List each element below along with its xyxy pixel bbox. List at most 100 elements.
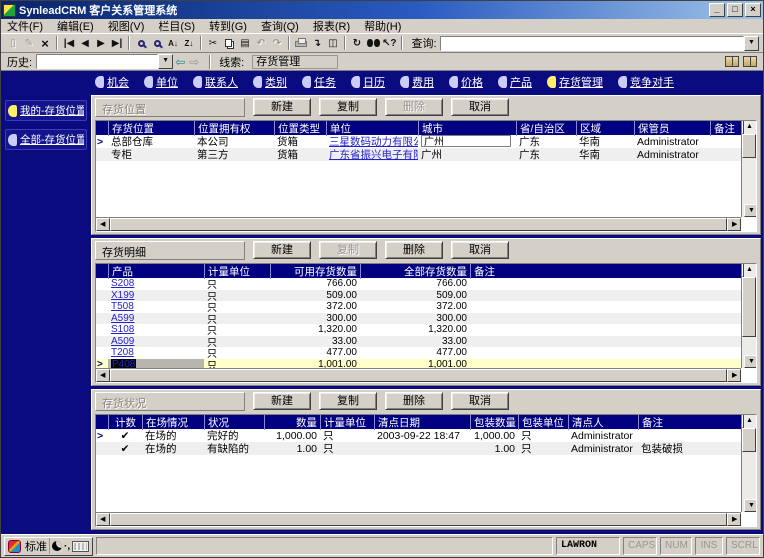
product-link[interactable]: X199 xyxy=(111,290,134,301)
sidebar-item-all-locations[interactable]: 全部-存货位置 xyxy=(5,129,87,150)
delete-button[interactable]: 删除 xyxy=(385,98,443,116)
contacts-book-icon[interactable] xyxy=(725,56,739,67)
scroll-right-icon[interactable] xyxy=(727,369,741,382)
scroll-down-icon[interactable] xyxy=(744,499,756,512)
menu-report[interactable]: 报表(R) xyxy=(313,18,350,34)
sort-ascending-icon[interactable]: A↓ xyxy=(165,35,181,51)
scroll-left-icon[interactable] xyxy=(96,218,110,231)
copy-button[interactable]: 复制 xyxy=(319,241,377,259)
product-link[interactable]: T508 xyxy=(111,301,134,312)
tab-product[interactable]: 产品 xyxy=(498,74,532,90)
product-link[interactable]: P408 xyxy=(111,358,137,368)
scroll-thumb[interactable] xyxy=(742,428,756,452)
find-icon[interactable] xyxy=(365,35,381,51)
tab-company[interactable]: 单位 xyxy=(144,74,178,90)
tab-category[interactable]: 类别 xyxy=(253,74,287,90)
scroll-thumb[interactable] xyxy=(110,369,727,382)
table-row[interactable]: S208 只 766.00 766.00 xyxy=(96,278,741,291)
scroll-down-icon[interactable] xyxy=(744,204,756,217)
undo-icon[interactable]: ↶ xyxy=(253,35,269,51)
query-dropdown-icon[interactable] xyxy=(744,35,759,51)
cancel-button[interactable]: 取消 xyxy=(451,241,509,259)
copy-button[interactable]: 复制 xyxy=(319,392,377,410)
tab-price[interactable]: 价格 xyxy=(449,74,483,90)
menu-goto[interactable]: 转到(G) xyxy=(209,18,247,34)
table-row[interactable]: A599 只 300.00 300.00 xyxy=(96,312,741,326)
table-row[interactable]: ✔ 在场的 有缺陷的 1.00 只 1.00 只 Administrator 包… xyxy=(96,442,741,455)
table-row[interactable]: T208 只 477.00 477.00 xyxy=(96,347,741,360)
vertical-scrollbar[interactable] xyxy=(741,415,756,512)
redo-icon[interactable]: ↷ xyxy=(269,35,285,51)
delete-button[interactable]: 删除 xyxy=(385,241,443,259)
new-record-icon[interactable]: ▯ xyxy=(5,35,21,51)
scroll-left-icon[interactable] xyxy=(96,369,110,382)
copy-icon[interactable] xyxy=(221,35,237,51)
prev-record-icon[interactable]: ◀ xyxy=(77,35,93,51)
refresh-icon[interactable]: ↻ xyxy=(349,35,365,51)
cut-icon[interactable]: ✂ xyxy=(205,35,221,51)
edit-record-icon[interactable]: ✎ xyxy=(21,35,37,51)
tab-opportunity[interactable]: 机会 xyxy=(95,74,129,90)
ime-mode-label[interactable]: 标准 xyxy=(23,538,50,554)
first-record-icon[interactable]: |◀ xyxy=(61,35,77,51)
tab-inventory[interactable]: 存货管理 xyxy=(547,74,603,90)
menu-columns[interactable]: 栏目(S) xyxy=(158,18,195,34)
cancel-button[interactable]: 取消 xyxy=(451,98,509,116)
tab-competitor[interactable]: 竞争对手 xyxy=(618,74,674,90)
scroll-up-icon[interactable] xyxy=(742,121,744,134)
scroll-thumb[interactable] xyxy=(110,513,727,526)
query-input[interactable] xyxy=(439,35,744,51)
scroll-down-icon[interactable] xyxy=(744,355,756,368)
table-row[interactable]: S108 只 1,320.00 1,320.00 xyxy=(96,324,741,337)
export-icon[interactable]: ↴ xyxy=(309,35,325,51)
vertical-scrollbar[interactable] xyxy=(741,264,756,368)
table-row[interactable]: T508 只 372.00 372.00 xyxy=(96,301,741,314)
open-book-icon[interactable] xyxy=(743,56,757,67)
next-record-icon[interactable]: ▶ xyxy=(93,35,109,51)
menu-view[interactable]: 视图(V) xyxy=(108,18,145,34)
scroll-left-icon[interactable] xyxy=(96,513,110,526)
vertical-scrollbar[interactable] xyxy=(741,121,756,217)
menu-edit[interactable]: 编辑(E) xyxy=(57,18,94,34)
scroll-thumb[interactable] xyxy=(110,218,727,231)
horizontal-scrollbar[interactable] xyxy=(96,512,741,526)
city-edit-cell[interactable] xyxy=(421,134,511,147)
forward-icon[interactable]: ⇨ xyxy=(189,55,199,69)
product-link[interactable]: A599 xyxy=(111,313,134,324)
table-row[interactable]: X199 只 509.00 509.00 xyxy=(96,289,741,303)
scroll-thumb[interactable] xyxy=(742,134,756,158)
menu-query[interactable]: 查询(Q) xyxy=(261,18,299,34)
menu-help[interactable]: 帮助(H) xyxy=(364,18,401,34)
scroll-right-icon[interactable] xyxy=(727,513,741,526)
cancel-button[interactable]: 取消 xyxy=(451,392,509,410)
print-preview-icon[interactable]: ◫ xyxy=(325,35,341,51)
table-row-selected[interactable]: > P408 只 1,001.00 1,001.00 xyxy=(96,358,741,368)
product-link[interactable]: A509 xyxy=(111,336,134,347)
back-icon[interactable]: ⇦ xyxy=(175,55,185,69)
company-link[interactable]: 广东省振兴电子有限公司 xyxy=(329,149,418,161)
keyboard-icon[interactable] xyxy=(72,540,90,552)
punctuation-icon[interactable]: ·, xyxy=(64,541,70,552)
scroll-up-icon[interactable] xyxy=(742,264,744,277)
table-row[interactable]: 专柜 第三方 货箱 广东省振兴电子有限公司 广州 广东 华南 Administr… xyxy=(96,148,741,161)
tab-expense[interactable]: 费用 xyxy=(400,74,434,90)
ime-logo-icon[interactable] xyxy=(8,539,21,553)
table-row[interactable]: A509 只 33.00 33.00 xyxy=(96,335,741,349)
new-button[interactable]: 新建 xyxy=(253,392,311,410)
tab-calendar[interactable]: 日历 xyxy=(351,74,385,90)
tab-contact[interactable]: 联系人 xyxy=(193,74,238,90)
product-link[interactable]: S108 xyxy=(111,324,134,335)
history-input[interactable] xyxy=(36,54,159,69)
horizontal-scrollbar[interactable] xyxy=(96,217,741,231)
new-button[interactable]: 新建 xyxy=(253,98,311,116)
delete-button[interactable]: 删除 xyxy=(385,392,443,410)
minimize-button[interactable]: _ xyxy=(709,3,725,17)
search-icon[interactable] xyxy=(133,35,149,51)
tab-task[interactable]: 任务 xyxy=(302,74,336,90)
scroll-right-icon[interactable] xyxy=(727,218,741,231)
product-link[interactable]: T208 xyxy=(111,347,134,358)
menu-file[interactable]: 文件(F) xyxy=(7,18,43,34)
print-icon[interactable] xyxy=(293,35,309,51)
new-button[interactable]: 新建 xyxy=(253,241,311,259)
filter-search-icon[interactable] xyxy=(149,35,165,51)
